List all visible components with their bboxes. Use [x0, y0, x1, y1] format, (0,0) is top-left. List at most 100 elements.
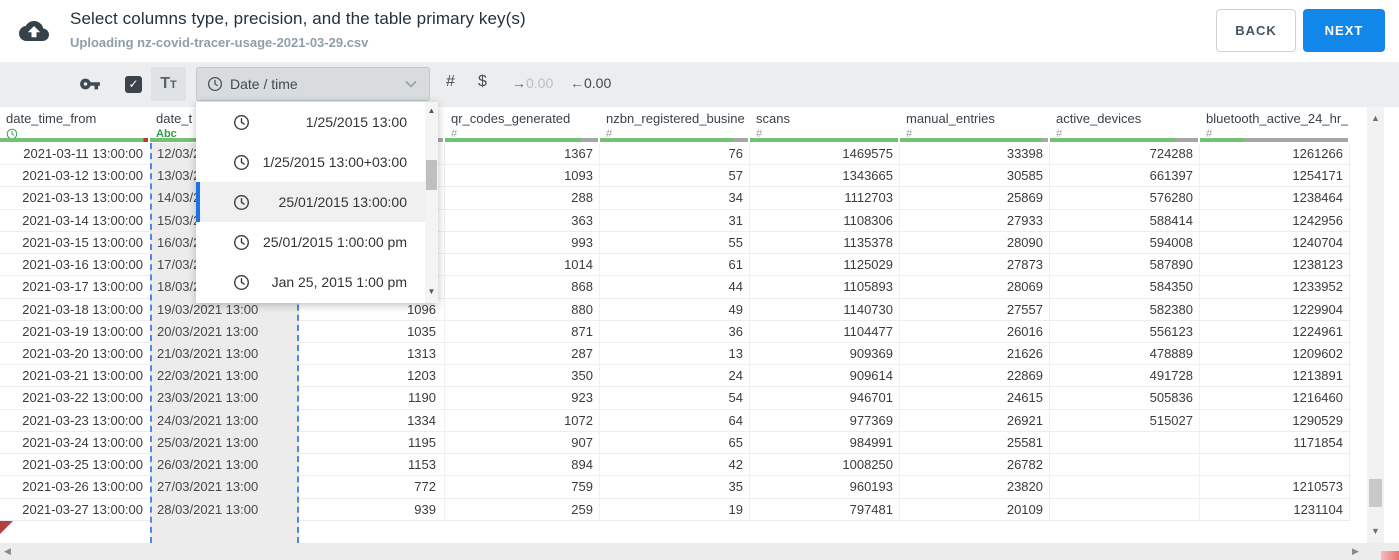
table-cell: 27/03/2021 13:00: [152, 476, 297, 499]
column-quality-bar: [1200, 138, 1348, 142]
dropdown-items: 1/25/2015 13:00 1/25/2015 13:00+03:00 25/0…: [196, 102, 438, 302]
table-cell: 1072: [445, 409, 600, 432]
next-button[interactable]: NEXT: [1303, 9, 1385, 52]
table-cell: 25869: [900, 187, 1050, 210]
table-cell: 27557: [900, 298, 1050, 321]
column-toolbar: ✓ Tt Date / time # $ →0.00 ←0.00: [0, 62, 1399, 107]
column-quality-bar: [600, 138, 748, 142]
column-name: bluetooth_active_24_hr_: [1206, 111, 1348, 126]
right-arrow-icon: →: [512, 75, 526, 91]
table-cell: 2021-03-16 13:00:00: [0, 254, 150, 277]
table-cell: 2021-03-19 13:00:00: [0, 321, 150, 343]
increase-decimal-button[interactable]: →0.00: [512, 75, 553, 91]
primary-key-icon[interactable]: [79, 75, 101, 93]
type-dropdown: 1/25/2015 13:00 1/25/2015 13:00+03:00 25/0…: [196, 102, 438, 303]
scroll-down-arrow-icon[interactable]: ▼: [425, 285, 438, 299]
table-column-active_devices[interactable]: active_devices #724288 661397 576280 588414 5…: [1050, 107, 1200, 543]
dropdown-scrollbar[interactable]: ▲ ▼: [425, 102, 438, 303]
column-cells: 724288 661397 576280 588414 594008 587890 5843…: [1050, 143, 1200, 543]
table-cell: 1254171: [1200, 165, 1350, 188]
scroll-up-arrow-icon[interactable]: ▲: [425, 104, 438, 118]
back-button[interactable]: BACK: [1216, 9, 1296, 52]
increase-decimal-value: 0.00: [526, 75, 554, 91]
column-quality-bar: [0, 138, 148, 142]
table-cell: 977369: [750, 409, 900, 432]
table-column-manual_entries[interactable]: manual_entries #33398 30585 25869 27933 28090…: [900, 107, 1050, 543]
column-header[interactable]: qr_codes_generated #: [445, 107, 600, 143]
dropdown-item[interactable]: Jan 25, 2015 1:00 pm: [196, 262, 438, 302]
column-header[interactable]: bluetooth_active_24_hr_ #: [1200, 107, 1350, 143]
table-cell: 594008: [1050, 231, 1200, 255]
dropdown-item[interactable]: 25/01/2015 13:00:00: [196, 182, 438, 222]
table-cell: 1224961: [1200, 320, 1350, 343]
scroll-left-button[interactable]: ◀: [4, 544, 11, 559]
table-cell: 1261266: [1200, 143, 1350, 166]
table-cell: 2021-03-26 13:00:00: [0, 476, 150, 499]
table-cell: 1140730: [750, 298, 900, 321]
table-cell: 984991: [750, 431, 900, 455]
table-cell: 1112703: [750, 187, 900, 210]
column-header[interactable]: scans #: [750, 107, 900, 143]
dropdown-item[interactable]: 25/01/2015 1:00:00 pm: [196, 222, 438, 262]
table-cell: 587890: [1050, 254, 1200, 277]
table-cell: 28/03/2021 13:00: [152, 499, 297, 521]
currency-type-button[interactable]: $: [478, 73, 487, 91]
column-type-select[interactable]: Date / time: [196, 67, 430, 101]
table-cell: 2021-03-27 13:00:00: [0, 499, 150, 521]
scroll-down-button[interactable]: ▼: [1367, 524, 1384, 539]
table-cell: 939: [299, 498, 445, 521]
table-cell: 65: [600, 431, 750, 455]
dropdown-item[interactable]: 1/25/2015 13:00+03:00: [196, 142, 438, 182]
table-cell: 26/03/2021 13:00: [152, 454, 297, 477]
clock-icon: [233, 114, 250, 131]
table-cell: 1125029: [750, 254, 900, 277]
text-format-button[interactable]: Tt: [151, 67, 186, 101]
clock-icon: [207, 76, 223, 92]
column-header[interactable]: manual_entries #: [900, 107, 1050, 143]
scroll-up-button[interactable]: ▲: [1367, 111, 1384, 126]
column-quality-bar: [1050, 138, 1198, 142]
clock-icon: [233, 194, 250, 211]
table-cell: 350: [445, 365, 600, 388]
table-column-scans[interactable]: scans #1469575 1343665 1112703 1108306 113537…: [750, 107, 900, 543]
table-column-nzbn_registered_busine[interactable]: nzbn_registered_busine #76 57 34 31 55 61 44 49 3…: [600, 107, 750, 543]
table-cell: 1195: [299, 431, 445, 455]
table-cell: 1334: [299, 409, 445, 432]
number-type-button[interactable]: #: [446, 73, 455, 91]
table-column-bluetooth_active_24_hr_[interactable]: bluetooth_active_24_hr_ #1261266 1254171 12…: [1200, 107, 1350, 543]
table-cell: 2021-03-11 13:00:00: [0, 143, 150, 166]
table-column-date_time_from[interactable]: date_time_from 2021-03-11 13:00:00 2021-03…: [0, 107, 150, 543]
table-cell: 2021-03-13 13:00:00: [0, 187, 150, 210]
dropdown-scroll-thumb[interactable]: [426, 160, 437, 190]
dropdown-item[interactable]: 1/25/2015 13:00: [196, 102, 438, 142]
table-cell: 26921: [900, 409, 1050, 432]
table-cell: 2021-03-12 13:00:00: [0, 165, 150, 188]
table-cell: 894: [445, 454, 600, 477]
column-header[interactable]: date_time_from: [0, 107, 150, 143]
decrease-decimal-button[interactable]: ←0.00: [570, 75, 611, 91]
table-cell: 19: [600, 498, 750, 521]
column-header[interactable]: active_devices #: [1050, 107, 1200, 143]
table-cell: 661397: [1050, 165, 1200, 188]
table-cell: 2021-03-24 13:00:00: [0, 432, 150, 455]
clock-icon: [233, 274, 250, 291]
table-cell: 556123: [1050, 320, 1200, 343]
table-cell: 2021-03-21 13:00:00: [0, 365, 150, 388]
include-column-checkbox[interactable]: ✓: [125, 76, 142, 93]
clock-icon: [233, 234, 250, 251]
table-cell: 582380: [1050, 298, 1200, 321]
page-subtitle: Uploading nz-covid-tracer-usage-2021-03-…: [70, 35, 369, 50]
column-header[interactable]: nzbn_registered_busine #: [600, 107, 750, 143]
table-cell: 28090: [900, 231, 1050, 255]
table-cell: 64: [600, 409, 750, 432]
horizontal-scrollbar[interactable]: ◀ ▶: [0, 543, 1399, 560]
table-cell: 797481: [750, 498, 900, 521]
vertical-scrollbar[interactable]: ▲ ▼: [1367, 107, 1384, 543]
scroll-right-button[interactable]: ▶: [1352, 544, 1359, 559]
dropdown-item-label: 25/01/2015 1:00:00 pm: [262, 234, 407, 250]
table-column-qr_codes_generated[interactable]: qr_codes_generated #1367 1093 288 363 993 1014…: [445, 107, 600, 543]
column-name: nzbn_registered_busine: [606, 111, 745, 126]
table-cell: 1014: [445, 254, 600, 277]
table-cell: 1190: [299, 387, 445, 410]
vertical-scroll-thumb[interactable]: [1369, 479, 1382, 507]
